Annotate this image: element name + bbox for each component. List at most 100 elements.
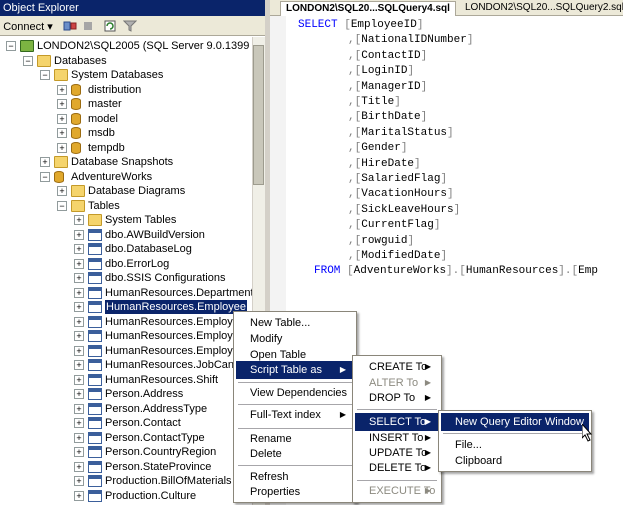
tree-node[interactable]: + HumanResources.JobCandid <box>0 358 252 372</box>
expand-icon[interactable]: + <box>74 360 84 370</box>
expand-icon[interactable]: + <box>74 461 84 472</box>
server-icon <box>20 40 34 52</box>
expand-icon[interactable]: + <box>74 302 84 312</box>
menu-refresh-label: Refresh <box>250 471 289 483</box>
disconnect-icon[interactable] <box>62 18 78 34</box>
tree-scrollbar-thumb[interactable] <box>253 45 264 185</box>
expand-icon[interactable]: + <box>57 142 67 153</box>
table-icon <box>88 489 102 502</box>
tree-node[interactable]: + Database Snapshots <box>0 155 252 169</box>
expand-icon[interactable]: + <box>57 186 67 196</box>
table-icon <box>88 373 102 386</box>
tree-node[interactable]: + Person.Address <box>0 387 252 401</box>
collapse-icon[interactable]: − <box>57 200 67 211</box>
expand-icon[interactable]: + <box>74 345 84 356</box>
tree-node[interactable]: + tempdb <box>0 141 252 155</box>
tree-node[interactable]: + master <box>0 97 252 111</box>
expand-icon[interactable]: + <box>57 84 67 95</box>
menu-insert-to-label: INSERT To <box>369 432 424 444</box>
expand-icon[interactable]: + <box>74 229 84 240</box>
expand-icon[interactable]: + <box>74 244 84 254</box>
expand-icon[interactable]: + <box>74 374 84 385</box>
collapse-icon[interactable]: − <box>6 41 16 51</box>
tree-node[interactable]: + dbo.DatabaseLog <box>0 242 252 256</box>
expand-icon[interactable]: + <box>74 432 84 443</box>
stop-icon[interactable] <box>80 18 96 34</box>
menu-delete-label: Delete <box>250 448 282 460</box>
expand-icon[interactable]: + <box>74 273 84 283</box>
tree-node[interactable]: + distribution <box>0 83 252 97</box>
expand-icon[interactable]: + <box>74 215 84 225</box>
sql-text: ,[CurrentFlag] <box>348 219 441 232</box>
tree-node[interactable]: + HumanResources.Shift <box>0 373 252 387</box>
tree-node[interactable]: + HumanResources.EmployeeD <box>0 329 252 343</box>
collapse-icon[interactable]: − <box>23 55 33 66</box>
tree-node-label: Database Snapshots <box>71 156 174 168</box>
connect-button[interactable]: Connect ▾ <box>3 18 53 34</box>
menu-delete-to[interactable]: DELETE To ▶ <box>355 459 439 477</box>
object-explorer-panel: Object Explorer Connect ▾ − LONDON2\SQL20… <box>0 0 265 505</box>
expand-icon[interactable]: + <box>40 157 50 167</box>
expand-icon[interactable]: + <box>74 331 84 341</box>
tree-node[interactable]: + dbo.SSIS Configurations <box>0 271 252 285</box>
expand-icon[interactable]: + <box>74 316 84 327</box>
table-icon <box>88 359 102 371</box>
collapse-icon[interactable]: − <box>40 70 50 80</box>
menu-script-table-as-label: Script Table as <box>250 364 322 376</box>
menu-drop-to[interactable]: DROP To ▶ <box>355 389 439 407</box>
tree-node[interactable]: + HumanResources.Department <box>0 286 252 300</box>
database-icon <box>71 141 81 154</box>
tree-node[interactable]: − Tables <box>0 199 252 213</box>
expand-icon[interactable]: + <box>74 476 84 486</box>
menu-properties[interactable]: Properties <box>236 483 354 501</box>
expand-icon[interactable]: + <box>74 287 84 298</box>
menu-separator <box>238 382 352 383</box>
expand-icon[interactable]: + <box>57 128 67 138</box>
expand-icon[interactable]: + <box>74 403 84 414</box>
menu-delete[interactable]: Delete <box>236 445 354 463</box>
filter-icon[interactable] <box>122 18 138 34</box>
tree-node[interactable]: + Person.AddressType <box>0 402 252 416</box>
tree-node[interactable]: + HumanResources.EmployeeP <box>0 344 252 358</box>
tree-node[interactable]: + Database Diagrams <box>0 184 252 198</box>
expand-icon[interactable]: + <box>74 389 84 399</box>
tree-node[interactable]: + Person.ContactType <box>0 431 252 445</box>
tree-node[interactable]: + dbo.AWBuildVersion <box>0 228 252 242</box>
expand-icon[interactable]: + <box>57 99 67 109</box>
tree-node[interactable]: + msdb <box>0 126 252 140</box>
tree-node[interactable]: + model <box>0 112 252 126</box>
tree-node[interactable]: + Person.CountryRegion <box>0 445 252 459</box>
expand-icon[interactable]: + <box>74 490 84 501</box>
refresh-icon[interactable] <box>102 18 118 34</box>
tree-node[interactable]: + Production.Culture <box>0 489 252 503</box>
tree-node[interactable]: + Production.BillOfMaterials <box>0 474 252 488</box>
menu-new-table-label: New Table... <box>250 317 311 329</box>
tree-node-label: Database Diagrams <box>88 185 186 197</box>
collapse-icon[interactable]: − <box>40 171 50 182</box>
tree-node[interactable]: − AdventureWorks <box>0 170 252 184</box>
menu-new-query-editor-window[interactable]: New Query Editor Window <box>441 413 589 431</box>
expand-icon[interactable]: + <box>74 418 84 428</box>
tree-node[interactable]: + HumanResources.EmployeeA <box>0 315 252 329</box>
expand-icon[interactable]: + <box>74 258 84 269</box>
tree-node[interactable]: − System Databases <box>0 68 252 82</box>
tree-node[interactable]: + Person.Contact <box>0 416 252 430</box>
table-icon <box>88 402 102 415</box>
expand-icon[interactable]: + <box>57 113 67 124</box>
tab-sqlquery4[interactable]: LONDON2\SQL20...SQLQuery4.sql <box>280 1 456 16</box>
tree-node[interactable]: + dbo.ErrorLog <box>0 257 252 271</box>
database-icon <box>71 83 81 96</box>
database-icon <box>71 112 81 125</box>
tree-node[interactable]: − Databases <box>0 54 252 68</box>
menu-clipboard[interactable]: Clipboard <box>441 452 589 470</box>
expand-icon[interactable]: + <box>74 447 84 457</box>
menu-full-text-index-label: Full-Text index <box>250 409 321 421</box>
tree-node[interactable]: − LONDON2\SQL2005 (SQL Server 9.0.1399 - … <box>0 39 252 53</box>
menu-view-dependencies[interactable]: View Dependencies <box>236 384 354 402</box>
tab-sqlquery2[interactable]: LONDON2\SQL20...SQLQuery2.sql <box>460 1 623 16</box>
menu-full-text-index[interactable]: Full-Text index ▶ <box>236 406 354 424</box>
tree-node[interactable]: + Person.StateProvince <box>0 460 252 474</box>
menu-script-table-as[interactable]: Script Table as ▶ <box>236 361 354 379</box>
tree-node[interactable]: + System Tables <box>0 213 252 227</box>
tree-node[interactable]: + HumanResources.Employee <box>0 299 252 315</box>
